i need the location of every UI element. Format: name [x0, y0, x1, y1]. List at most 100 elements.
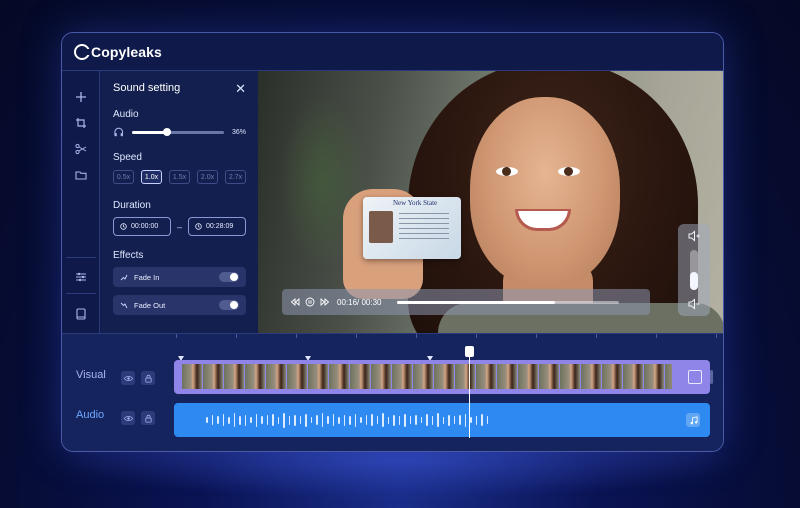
eye-icon[interactable] [121, 371, 135, 385]
waveform-bar [206, 417, 208, 423]
speed-option[interactable]: 0.5x [113, 170, 134, 184]
speed-label: Speed [113, 152, 142, 163]
audio-track[interactable] [174, 403, 710, 437]
ruler-tick [176, 334, 177, 338]
audio-volume-thumb[interactable] [162, 127, 171, 136]
waveform-bar [305, 413, 307, 427]
waveform-bar [360, 417, 362, 423]
folder-icon[interactable] [71, 165, 91, 185]
fast-forward-icon[interactable] [320, 297, 330, 307]
headphones-icon [114, 127, 124, 137]
video-frame-thumbnail [371, 364, 391, 389]
panel-title: Sound setting [113, 82, 181, 94]
music-note-icon[interactable] [686, 413, 700, 427]
id-card-details [399, 213, 449, 243]
crop-icon[interactable] [71, 113, 91, 133]
duration-end-field[interactable]: 00:28:09 [188, 217, 247, 236]
timeline: Visual Audio [62, 333, 723, 451]
fade-in-toggle[interactable] [219, 272, 239, 282]
lock-icon[interactable] [141, 411, 155, 425]
timeline-playhead-handle[interactable] [465, 346, 474, 357]
speed-options: 0.5x 1.0x 1.5x 2.0x 2.7x [113, 170, 246, 184]
rewind-icon[interactable] [290, 297, 300, 307]
clock-icon [120, 223, 127, 230]
app-name: Copyleaks [91, 43, 162, 60]
timeline-ruler [176, 334, 717, 344]
track-label-visual: Visual [76, 369, 106, 381]
add-icon[interactable] [71, 87, 91, 107]
waveform-bar [459, 415, 461, 425]
video-frame-thumbnail [497, 364, 517, 389]
waveform-bar [272, 414, 274, 426]
ruler-tick [416, 334, 417, 338]
fade-in-icon [120, 274, 128, 281]
track-label-audio: Audio [76, 409, 105, 421]
clock-icon [195, 223, 202, 230]
audio-volume-slider[interactable] [132, 127, 224, 136]
speed-option[interactable]: 1.5x [169, 170, 190, 184]
waveform-bar [481, 414, 483, 426]
waveform-bar [321, 413, 323, 427]
video-frame-thumbnail [602, 364, 622, 389]
video-frame-thumbnail [644, 364, 664, 389]
video-frame-thumbnail [518, 364, 538, 389]
lock-icon[interactable] [141, 371, 155, 385]
video-frame-thumbnail [455, 364, 475, 389]
waveform-bar [294, 414, 296, 426]
speed-option[interactable]: 2.0x [197, 170, 218, 184]
video-frame-thumbnail [434, 364, 454, 389]
speed-option[interactable]: 2.7x [225, 170, 246, 184]
duration-start-value: 00:00:00 [131, 223, 159, 230]
waveform-bar [217, 416, 219, 424]
effect-label: Fade Out [120, 301, 165, 310]
playback-progress-fill [397, 300, 556, 304]
app-logo[interactable]: Copyleaks [74, 43, 162, 60]
visual-track-resize-handle[interactable] [710, 370, 713, 384]
audio-label: Audio [113, 109, 139, 120]
toolbar-divider [66, 293, 96, 294]
waveform-bar [371, 414, 373, 426]
video-frame-thumbnail [329, 364, 349, 389]
waveform-bar [404, 413, 406, 427]
fade-out-icon [120, 302, 128, 309]
person-face [470, 97, 620, 287]
duration-end-value: 00:28:09 [206, 223, 234, 230]
ruler-tick [296, 334, 297, 338]
playback-progress-bar[interactable] [397, 300, 620, 304]
audio-volume-row: 36% [113, 126, 246, 138]
close-icon[interactable]: ✕ [235, 82, 246, 95]
duration-start-field[interactable]: 00:00:00 [113, 217, 171, 236]
video-frame-thumbnail [392, 364, 412, 389]
book-icon[interactable] [71, 304, 91, 324]
waveform-bar [475, 415, 477, 425]
video-frame-thumbnail [581, 364, 601, 389]
video-frame-thumbnail [665, 364, 672, 389]
ruler-tick [716, 334, 717, 338]
visual-track[interactable] [174, 360, 710, 394]
eye-icon[interactable] [121, 411, 135, 425]
logo-mark-icon [74, 43, 91, 60]
video-frame-thumbnail [539, 364, 559, 389]
image-icon[interactable] [688, 370, 702, 384]
waveform-bar [277, 416, 279, 424]
waveform-bar [310, 417, 312, 423]
waveform-bar [283, 412, 285, 428]
video-frame-thumbnail [266, 364, 286, 389]
fade-out-toggle[interactable] [219, 300, 239, 310]
waveform-bar [415, 415, 417, 425]
timeline-playhead[interactable] [469, 346, 470, 438]
video-preview[interactable]: New York State 00:16/ 00:30 [258, 71, 723, 333]
video-frame-thumbnail [476, 364, 496, 389]
waveform-bar [222, 414, 224, 426]
effects-label: Effects [113, 250, 144, 261]
volume-down-icon[interactable] [688, 298, 700, 310]
video-frame-thumbnail [560, 364, 580, 389]
scissors-icon[interactable] [71, 139, 91, 159]
pause-icon[interactable] [305, 297, 315, 307]
sliders-icon[interactable] [71, 267, 91, 287]
volume-up-icon[interactable] [688, 230, 700, 242]
video-frame-thumbnail [413, 364, 433, 389]
volume-slider[interactable] [690, 250, 698, 290]
speed-option[interactable]: 1.0x [141, 170, 162, 184]
waveform-bar [228, 416, 230, 424]
